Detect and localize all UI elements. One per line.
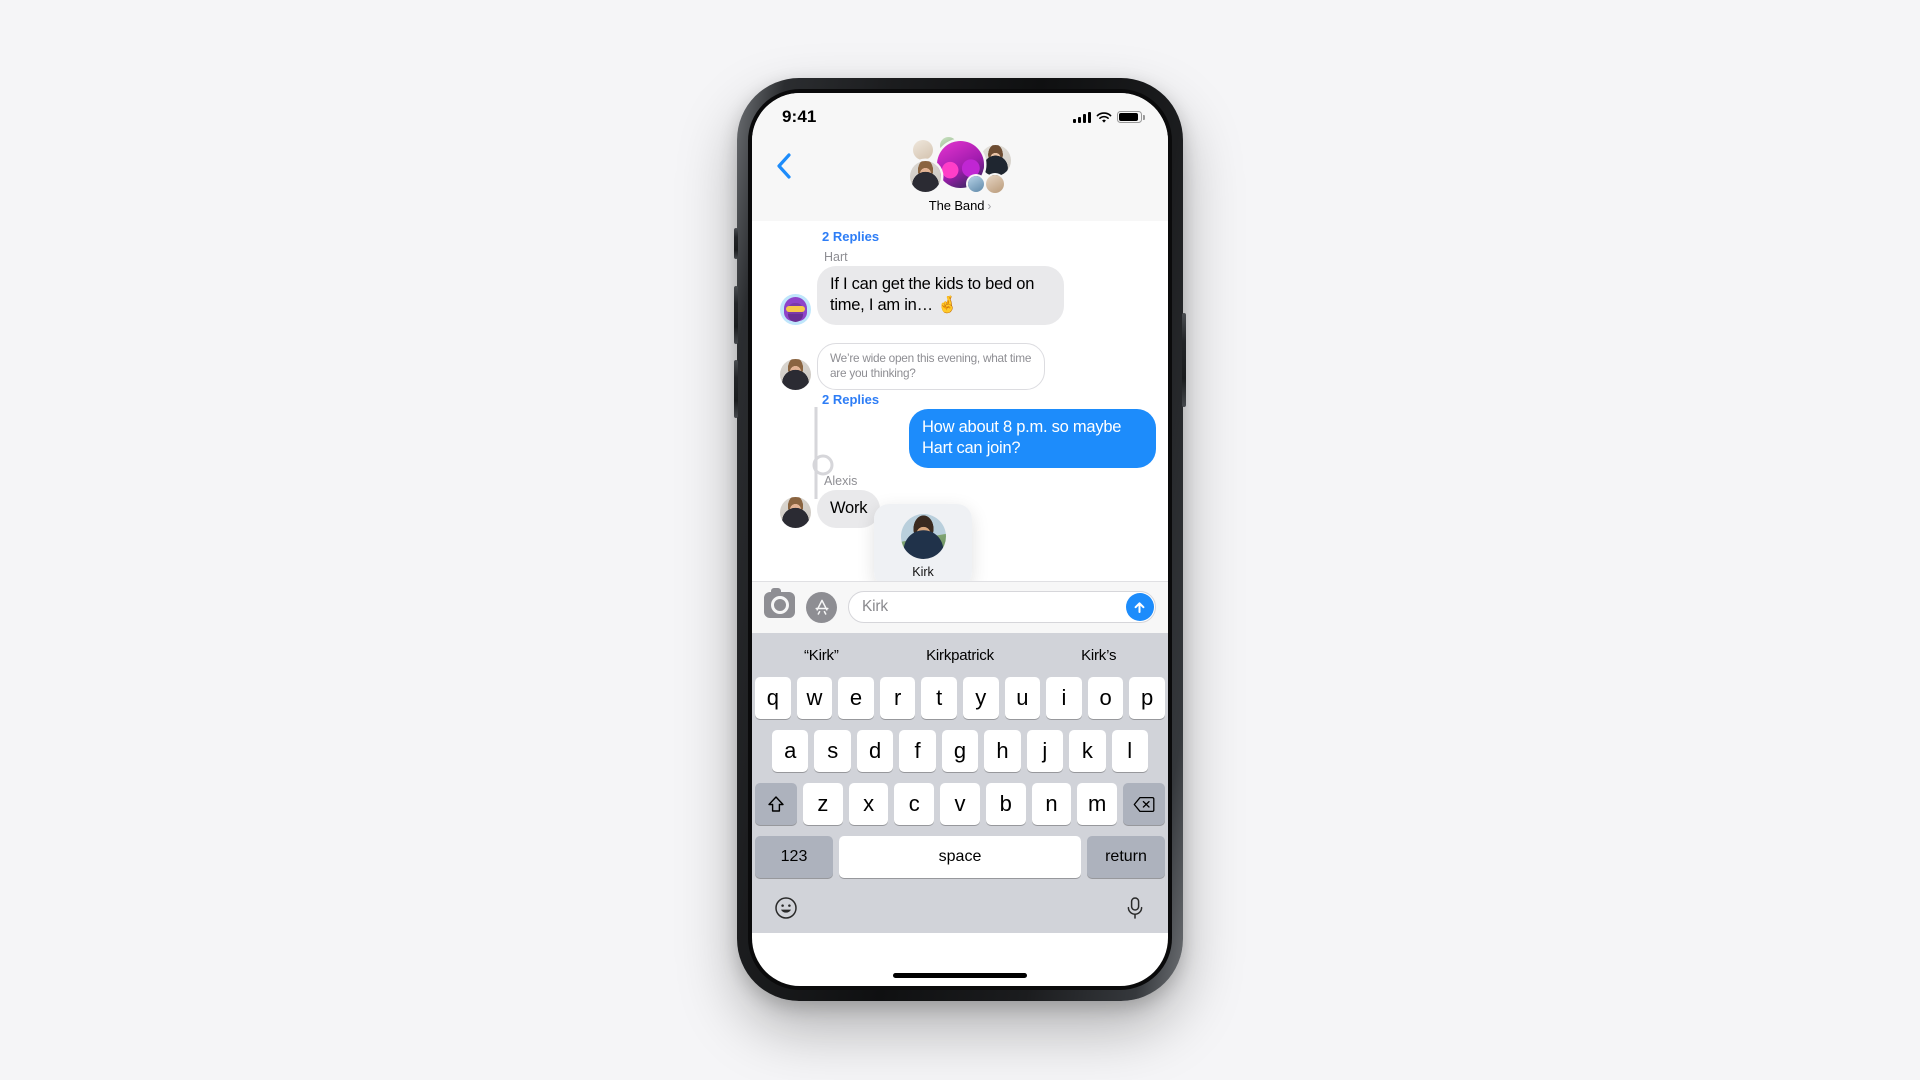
message-bubble-alexis-question[interactable]: We’re wide open this evening, what time …	[817, 342, 1045, 391]
status-time: 9:41	[782, 107, 817, 126]
cellular-bars-icon	[1073, 111, 1091, 123]
side-power-button[interactable]	[1182, 313, 1186, 407]
key-m[interactable]: m	[1077, 783, 1118, 825]
avatar-participant-small-4	[986, 175, 1004, 193]
message-text-value[interactable]: Kirk	[862, 598, 888, 616]
conversation-header: The Band ›	[752, 137, 1168, 221]
mute-switch[interactable]	[734, 228, 738, 259]
key-y[interactable]: y	[963, 677, 999, 719]
mention-avatar-kirk	[900, 514, 946, 559]
thread-connector-line	[812, 407, 834, 499]
space-key[interactable]: space	[839, 836, 1081, 878]
back-chevron-icon[interactable]	[766, 137, 800, 179]
key-z[interactable]: z	[802, 783, 843, 825]
message-row-hart[interactable]: If I can get the kids to bed on time, I …	[764, 266, 1156, 325]
volume-up-button[interactable]	[734, 286, 738, 344]
key-d[interactable]: d	[856, 730, 894, 772]
key-o[interactable]: o	[1087, 677, 1124, 719]
iphone-device: 9:41 The Band › 2 Replies Hart If I can …	[734, 78, 1186, 1001]
key-s[interactable]: s	[814, 730, 851, 772]
screenshot-stage: 9:41 The Band › 2 Replies Hart If I can …	[0, 0, 1920, 1080]
key-f[interactable]: f	[899, 730, 936, 772]
key-x[interactable]: x	[848, 783, 889, 825]
key-k[interactable]: k	[1069, 730, 1106, 772]
key-n[interactable]: n	[1031, 783, 1072, 825]
phone-screen: 9:41 The Band › 2 Replies Hart If I can …	[752, 93, 1168, 986]
thread-replies-link-top[interactable]: 2 Replies	[822, 229, 1156, 244]
avatar-participant-small-1	[913, 140, 933, 160]
avatar-alexis-2	[780, 496, 811, 528]
key-t[interactable]: t	[921, 677, 957, 719]
key-b[interactable]: b	[985, 783, 1026, 825]
key-l[interactable]: l	[1111, 730, 1148, 772]
key-r[interactable]: r	[879, 677, 916, 719]
microphone-icon[interactable]	[1124, 896, 1146, 925]
message-bubble-outgoing[interactable]: How about 8 p.m. so maybe Hart can join?	[909, 409, 1161, 468]
keyboard-row-1: q w e r t y u i o p	[755, 677, 1165, 719]
group-identity[interactable]: The Band ›	[800, 137, 1120, 213]
mention-name-label: Kirk	[912, 565, 934, 579]
message-input-bar[interactable]: Kirk	[752, 581, 1168, 633]
avatar-alexis	[780, 359, 811, 391]
avatar-participant-jamie	[980, 145, 1011, 176]
message-text-field[interactable]: Kirk	[848, 591, 1156, 623]
avatar-participant-small-3	[968, 176, 984, 192]
key-p[interactable]: p	[1129, 677, 1165, 719]
autocorrect-suggestion-bar[interactable]: “Kirk” Kirkpatrick Kirk’s	[752, 633, 1168, 677]
key-i[interactable]: i	[1046, 677, 1082, 719]
chevron-right-icon: ›	[987, 198, 992, 213]
avatar-cluster[interactable]	[885, 137, 1035, 195]
emoji-smiley-icon[interactable]	[774, 896, 798, 925]
numbers-key[interactable]: 123	[755, 836, 833, 878]
key-a[interactable]: a	[772, 730, 809, 772]
message-list[interactable]: 2 Replies Hart If I can get the kids to …	[752, 221, 1168, 581]
sender-name-alexis: Alexis	[824, 473, 858, 488]
camera-icon[interactable]	[764, 588, 795, 623]
wifi-icon	[1096, 111, 1112, 123]
keyboard-row-4: 123 space return	[755, 836, 1165, 878]
key-q[interactable]: q	[755, 677, 791, 719]
shift-arrow-icon[interactable]	[754, 783, 797, 825]
volume-down-button[interactable]	[734, 360, 738, 418]
keyboard-bottom-bar	[752, 889, 1168, 929]
device-bezel: 9:41 The Band › 2 Replies Hart If I can …	[748, 89, 1172, 990]
mention-suggestion-popup[interactable]: Kirk	[874, 504, 972, 581]
key-w[interactable]: w	[796, 677, 833, 719]
sender-name-hart: Hart	[824, 250, 848, 264]
delete-backspace-icon[interactable]	[1123, 783, 1166, 825]
keyboard-rows: q w e r t y u i o p a s d f g h j k l z …	[752, 677, 1168, 878]
key-j[interactable]: j	[1026, 730, 1064, 772]
key-e[interactable]: e	[838, 677, 874, 719]
suggestion-2[interactable]: Kirk’s	[1029, 647, 1168, 664]
group-name-label: The Band	[928, 198, 985, 213]
suggestion-0[interactable]: “Kirk”	[752, 647, 891, 664]
suggestion-1[interactable]: Kirkpatrick	[891, 647, 1030, 664]
app-store-icon[interactable]	[806, 591, 837, 623]
message-bubble-hart[interactable]: If I can get the kids to bed on time, I …	[812, 266, 1064, 325]
message-row-alexis-question[interactable]: We’re wide open this evening, what time …	[764, 342, 1156, 391]
send-arrow-up-icon[interactable]	[1125, 593, 1154, 621]
keyboard-row-2: a s d f g h j k l	[755, 730, 1165, 772]
thread-replies-link-inline[interactable]: 2 Replies	[822, 392, 1156, 407]
avatar-participant-alexis	[910, 161, 941, 192]
keyboard-row-3: z x c v b n m	[754, 783, 1166, 825]
key-u[interactable]: u	[1004, 677, 1041, 719]
on-screen-keyboard[interactable]: “Kirk” Kirkpatrick Kirk’s q w e r t y u	[752, 633, 1168, 933]
battery-full-icon	[1117, 111, 1145, 123]
status-bar: 9:41	[752, 93, 1168, 137]
group-name-row[interactable]: The Band ›	[928, 198, 992, 213]
key-v[interactable]: v	[940, 783, 980, 825]
status-indicators	[1073, 111, 1145, 123]
home-indicator[interactable]	[893, 973, 1027, 978]
key-c[interactable]: c	[894, 783, 935, 825]
key-h[interactable]: h	[984, 730, 1021, 772]
message-gap	[764, 327, 1156, 343]
return-key[interactable]: return	[1087, 836, 1165, 878]
key-g[interactable]: g	[941, 730, 979, 772]
memoji-hart-avatar	[780, 293, 811, 325]
